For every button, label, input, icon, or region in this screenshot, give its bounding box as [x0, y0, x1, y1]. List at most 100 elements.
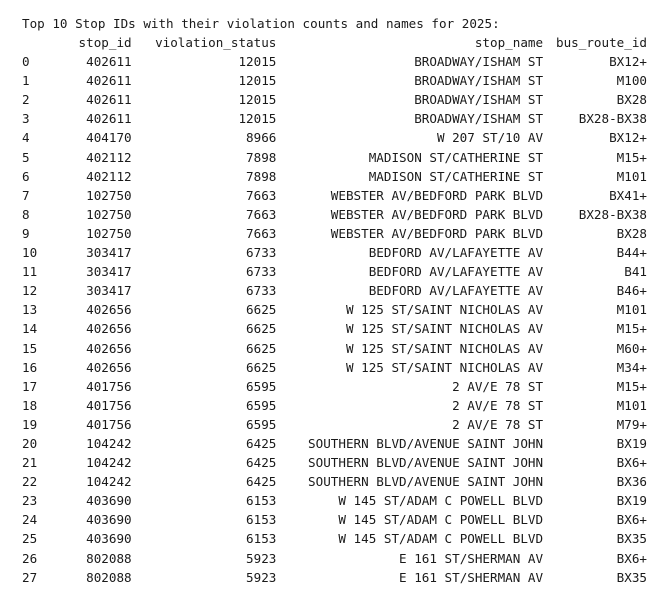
output-title: Top 10 Stop IDs with their violation cou…	[22, 16, 500, 31]
table-row: 20 104242 6425 SOUTHERN BLVD/AVENUE SAINT J…	[22, 434, 647, 453]
table-row: 7 102750 7663 WEBSTER AV/BEDFORD PARK BLVD B…	[22, 186, 647, 205]
cell-stop-id: 403690	[86, 531, 132, 547]
cell-output: Top 10 Stop IDs with their violation cou…	[22, 14, 647, 587]
cell-bus-route-id: BX41+	[609, 187, 647, 203]
cell-stop-name: BROADWAY/ISHAM ST	[414, 73, 544, 89]
cell-stop-name: BEDFORD AV/LAFAYETTE AV	[368, 283, 544, 299]
cell-violation-status: 12015	[238, 111, 277, 127]
cell-stop-name: W 145 ST/ADAM C POWELL BLVD	[338, 493, 544, 509]
cell-stop-id: 401756	[86, 378, 132, 394]
cell-bus-route-id: B46+	[616, 283, 647, 299]
cell-stop-id: 102750	[86, 225, 132, 241]
row-index: 5	[22, 149, 30, 165]
cell-bus-route-id: BX19	[616, 493, 647, 509]
cell-stop-id: 401756	[86, 416, 132, 432]
cell-stop-name: MADISON ST/CATHERINE ST	[368, 149, 544, 165]
row-index: 22	[22, 474, 38, 490]
cell-stop-name: W 125 ST/SAINT NICHOLAS AV	[345, 302, 544, 318]
cell-stop-name: W 125 ST/SAINT NICHOLAS AV	[345, 359, 544, 375]
cell-violation-status: 6425	[246, 474, 277, 490]
table-row: 26 802088 5923 E 161 ST/SHERMAN AV BX6+	[22, 549, 647, 568]
row-index: 27	[22, 569, 38, 585]
table-row: 1 402611 12015 BROADWAY/ISHAM ST M100	[22, 71, 647, 90]
table-row: 11 303417 6733 BEDFORD AV/LAFAYETTE AV B41	[22, 262, 647, 281]
cell-bus-route-id: BX28-BX38	[578, 206, 647, 222]
cell-bus-route-id: BX12+	[609, 130, 647, 146]
table-row: 2 402611 12015 BROADWAY/ISHAM ST BX28	[22, 90, 647, 109]
row-index: 4	[22, 130, 30, 146]
cell-bus-route-id: B44+	[616, 245, 647, 261]
cell-bus-route-id: BX28	[616, 92, 647, 108]
cell-stop-id: 303417	[86, 264, 132, 280]
cell-bus-route-id: M15+	[616, 321, 647, 337]
cell-stop-id: 303417	[86, 245, 132, 261]
cell-stop-id: 303417	[86, 283, 132, 299]
table-row: 24 403690 6153 W 145 ST/ADAM C POWELL BLVD B…	[22, 510, 647, 529]
cell-violation-status: 6153	[246, 531, 277, 547]
row-index: 15	[22, 340, 38, 356]
cell-stop-name: MADISON ST/CATHERINE ST	[368, 168, 544, 184]
cell-violation-status: 6595	[246, 378, 277, 394]
cell-stop-name: W 125 ST/SAINT NICHOLAS AV	[345, 340, 544, 356]
table-row: 0 402611 12015 BROADWAY/ISHAM ST BX12+	[22, 52, 647, 71]
table-row: 8 102750 7663 WEBSTER AV/BEDFORD PARK BLVD B…	[22, 205, 647, 224]
cell-violation-status: 7663	[246, 187, 277, 203]
cell-stop-name: WEBSTER AV/BEDFORD PARK BLVD	[330, 206, 544, 222]
cell-stop-id: 403690	[86, 493, 132, 509]
table-row: 12 303417 6733 BEDFORD AV/LAFAYETTE AV B46+	[22, 281, 647, 300]
cell-stop-id: 404170	[86, 130, 132, 146]
cell-bus-route-id: BX35	[616, 569, 647, 585]
column-header-stop-id: stop_id	[78, 35, 132, 50]
table-row: 25 403690 6153 W 145 ST/ADAM C POWELL BLVD B…	[22, 529, 647, 548]
cell-stop-name: BROADWAY/ISHAM ST	[414, 111, 544, 127]
cell-bus-route-id: BX6+	[616, 455, 647, 471]
row-index: 11	[22, 264, 38, 280]
cell-stop-name: W 207 ST/10 AV	[436, 130, 544, 146]
row-index: 25	[22, 531, 38, 547]
cell-stop-id: 104242	[86, 435, 132, 451]
cell-violation-status: 6153	[246, 493, 277, 509]
cell-bus-route-id: M34+	[616, 359, 647, 375]
cell-stop-name: SOUTHERN BLVD/AVENUE SAINT JOHN	[308, 474, 544, 490]
cell-violation-status: 12015	[238, 92, 277, 108]
cell-violation-status: 6153	[246, 512, 277, 528]
cell-stop-id: 104242	[86, 455, 132, 471]
cell-stop-id: 402656	[86, 359, 132, 375]
table-row: 22 104242 6425 SOUTHERN BLVD/AVENUE SAINT J…	[22, 472, 647, 491]
cell-stop-id: 102750	[86, 206, 132, 222]
row-index: 16	[22, 359, 38, 375]
cell-bus-route-id: M101	[616, 168, 647, 184]
cell-bus-route-id: M101	[616, 397, 647, 413]
row-index: 24	[22, 512, 38, 528]
cell-bus-route-id: M101	[616, 302, 647, 318]
dataframe-table: stop_id violation_status stop_name bus_r…	[22, 33, 647, 587]
cell-stop-id: 402611	[86, 92, 132, 108]
cell-stop-name: BROADWAY/ISHAM ST	[414, 54, 544, 70]
cell-violation-status: 6595	[246, 416, 277, 432]
table-row: 14 402656 6625 W 125 ST/SAINT NICHOLAS AV M1…	[22, 319, 647, 338]
cell-stop-name: BEDFORD AV/LAFAYETTE AV	[368, 264, 544, 280]
cell-stop-id: 402611	[86, 111, 132, 127]
cell-stop-name: SOUTHERN BLVD/AVENUE SAINT JOHN	[308, 455, 544, 471]
row-index: 8	[22, 206, 30, 222]
row-index: 1	[22, 73, 30, 89]
column-header-stop-name: stop_name	[474, 35, 544, 50]
cell-stop-id: 402112	[86, 168, 132, 184]
row-index: 14	[22, 321, 38, 337]
cell-bus-route-id: BX28	[616, 225, 647, 241]
cell-stop-id: 402656	[86, 340, 132, 356]
cell-violation-status: 12015	[238, 54, 277, 70]
table-row: 21 104242 6425 SOUTHERN BLVD/AVENUE SAINT J…	[22, 453, 647, 472]
cell-bus-route-id: BX12+	[609, 54, 647, 70]
cell-stop-name: WEBSTER AV/BEDFORD PARK BLVD	[330, 225, 544, 241]
table-row: 15 402656 6625 W 125 ST/SAINT NICHOLAS AV M6…	[22, 339, 647, 358]
cell-bus-route-id: M79+	[616, 416, 647, 432]
cell-violation-status: 6625	[246, 359, 277, 375]
table-row: 5 402112 7898 MADISON ST/CATHERINE ST M15+	[22, 148, 647, 167]
table-row: 23 403690 6153 W 145 ST/ADAM C POWELL BLVD B…	[22, 491, 647, 510]
cell-stop-name: W 145 ST/ADAM C POWELL BLVD	[338, 512, 544, 528]
cell-stop-name: 2 AV/E 78 ST	[452, 416, 544, 432]
table-row: 18 401756 6595 2 AV/E 78 ST M101	[22, 396, 647, 415]
table-row: 17 401756 6595 2 AV/E 78 ST M15+	[22, 377, 647, 396]
cell-stop-id: 802088	[86, 550, 132, 566]
